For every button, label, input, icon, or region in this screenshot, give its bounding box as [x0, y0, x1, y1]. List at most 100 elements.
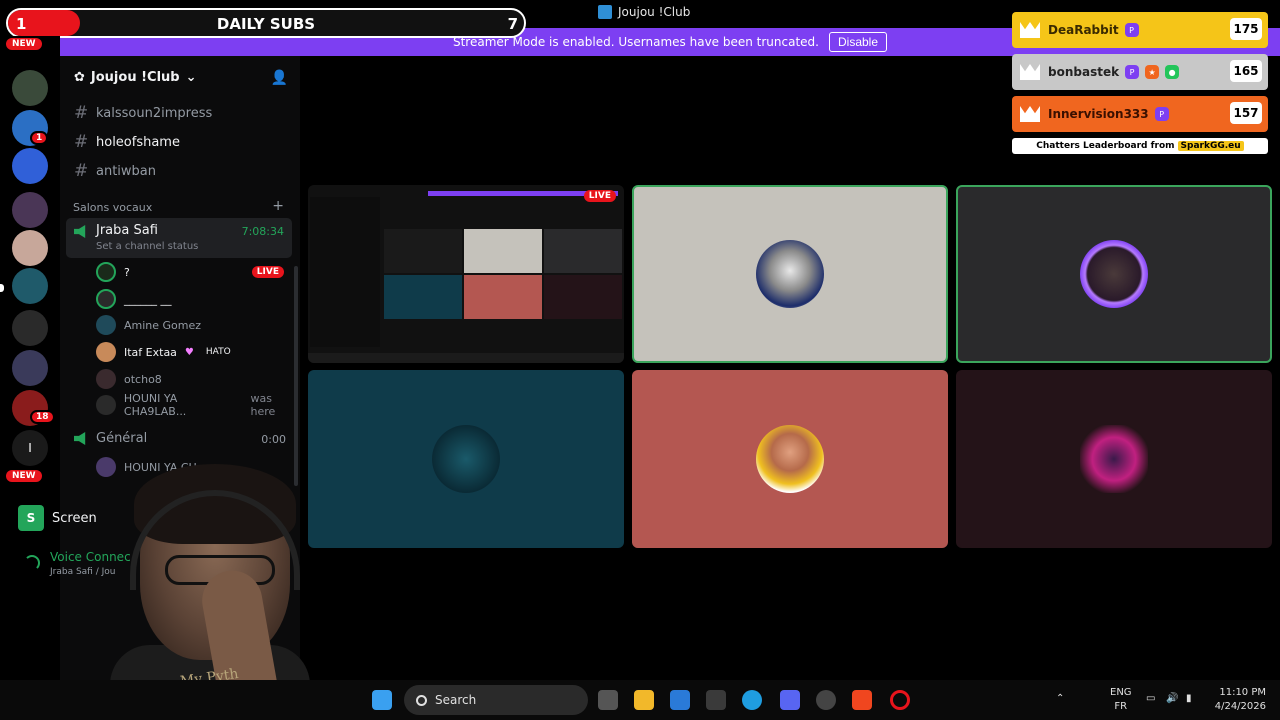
sidebar-scrollbar[interactable]	[294, 266, 298, 486]
new-badge-top: NEW	[6, 38, 42, 50]
clock[interactable]: 11:10 PM 4/24/2026	[1214, 686, 1266, 714]
disable-streamer-mode-button[interactable]: Disable	[828, 32, 888, 52]
server-name-header[interactable]: ✿ Joujou !Club ⌄	[74, 70, 197, 85]
channel-label: antiwban	[96, 163, 157, 179]
screen-share-label: Screen	[52, 510, 97, 526]
leaderboard-brand: SparkGG.eu	[1177, 141, 1244, 151]
clock-time: 11:10 PM	[1219, 687, 1266, 698]
participant-tile-teal[interactable]	[308, 370, 624, 548]
participant-tile-cat[interactable]	[632, 185, 948, 363]
member-3[interactable]: Amine Gomez	[96, 314, 201, 336]
leaderboard-score: 157	[1230, 102, 1262, 124]
leaderboard-score: 165	[1230, 60, 1262, 82]
brave-icon[interactable]	[852, 690, 872, 710]
leaderboard-footer-text: Chatters Leaderboard from	[1036, 141, 1175, 151]
avatar	[96, 262, 116, 282]
member-6[interactable]: HOUNI YA CHA9LAB... was here	[96, 392, 300, 418]
server-icon-1[interactable]	[12, 70, 48, 106]
mini-cell	[544, 229, 622, 273]
discord-icon[interactable]	[780, 690, 800, 710]
volume-icon[interactable]: 🔊	[1166, 692, 1178, 706]
server-icon-7[interactable]	[12, 310, 48, 346]
speaker-icon	[74, 225, 86, 238]
crown-icon	[1020, 64, 1040, 80]
member-name: Amine Gomez	[124, 318, 202, 332]
channel-antiwban[interactable]: # antiwban	[74, 161, 156, 181]
invite-user-icon[interactable]: 👤	[271, 70, 288, 86]
avatar	[96, 289, 116, 309]
voice-channel-general[interactable]: Général	[74, 431, 147, 446]
leaderboard-name: bonbastek	[1048, 65, 1120, 79]
clock-date: 4/24/2026	[1214, 701, 1266, 712]
member-2[interactable]: ______ __	[96, 288, 172, 310]
general-timer: 0:00	[261, 433, 286, 446]
store-icon[interactable]	[670, 690, 690, 710]
sub-badge-icon: P	[1154, 107, 1169, 121]
server-selected-pill	[0, 284, 4, 292]
screen: Joujou !Club Streamer Mode is enabled. U…	[0, 0, 1280, 720]
battery-icon[interactable]: ▮	[1186, 692, 1192, 706]
channel-status[interactable]: Set a channel status	[96, 241, 198, 252]
mini-sidebar	[310, 197, 380, 347]
daily-subs-bar: 1 DAILY SUBS 7	[6, 8, 526, 38]
avatar	[432, 425, 500, 493]
opera-icon[interactable]	[890, 690, 910, 710]
member-4[interactable]: Itaf Extaa ♥ HATO	[96, 341, 231, 363]
window-title-group: Joujou !Club	[598, 5, 690, 19]
channel-kalssoun2impress[interactable]: # kalssoun2impress	[74, 103, 212, 123]
participant-tile-anime[interactable]	[956, 185, 1272, 363]
leaderboard-row-3: Innervision333 P 157	[1012, 96, 1268, 132]
add-channel-icon[interactable]: +	[272, 198, 284, 214]
channel-label: holeofshame	[96, 134, 180, 150]
sub-badge-icon: P	[1125, 65, 1140, 79]
mini-grid	[384, 229, 622, 321]
heart-icon: ♥	[184, 346, 194, 358]
avatar	[96, 369, 116, 389]
network-icon[interactable]: ▭	[1146, 692, 1155, 706]
language-top: ENG	[1110, 687, 1132, 698]
app-icon[interactable]	[706, 690, 726, 710]
crown-icon	[1020, 22, 1040, 38]
new-badge-bottom: NEW	[6, 470, 42, 482]
server-icon-8[interactable]	[12, 350, 48, 386]
search-placeholder: Search	[435, 693, 477, 707]
voice-channel-name: Jraba Safi	[96, 223, 158, 238]
chevron-down-icon: ⌄	[185, 70, 197, 85]
windows-taskbar: Search ⌃ ENG FR ▭ 🔊 ▮ 11:10 PM 4/24/2026	[0, 680, 1280, 720]
channel-holeofshame[interactable]: # holeofshame	[74, 132, 180, 152]
hash-icon: #	[74, 103, 89, 123]
speaker-icon	[74, 432, 86, 445]
crown-icon	[1020, 106, 1040, 122]
screen-share-row[interactable]: S Screen	[18, 505, 97, 531]
task-view-icon[interactable]	[598, 690, 618, 710]
participant-tile-red[interactable]	[632, 370, 948, 548]
server-name: Joujou !Club	[90, 70, 180, 85]
leaderboard-row-2: bonbastek P ★ ● 165	[1012, 54, 1268, 90]
chevron-up-icon[interactable]: ⌃	[1056, 692, 1064, 706]
stream-tile-screenshare[interactable]: LIVE	[308, 185, 624, 363]
participant-tile-logo[interactable]	[956, 370, 1272, 548]
server-icon-6-active[interactable]	[12, 268, 48, 304]
file-explorer-icon[interactable]	[634, 690, 654, 710]
server-icon-letter[interactable]: I	[12, 430, 48, 466]
app-icon[interactable]	[816, 690, 836, 710]
voice-category-label[interactable]: Salons vocaux	[73, 201, 152, 214]
avatar	[96, 395, 116, 415]
edge-icon[interactable]	[742, 690, 762, 710]
member-1[interactable]: ?	[96, 261, 130, 283]
server-icon-3[interactable]	[12, 148, 48, 184]
language-indicator[interactable]: ENG FR	[1110, 686, 1132, 714]
windows-start-icon[interactable]	[372, 690, 392, 710]
server-icon-4[interactable]	[12, 192, 48, 228]
server-rail: NEW 1 18 I NEW	[0, 36, 60, 686]
window-title: Joujou !Club	[618, 5, 691, 19]
hash-icon: #	[74, 161, 89, 181]
server-icon-5[interactable]	[12, 230, 48, 266]
voice-channel-jraba-safi[interactable]: Jraba Safi Set a channel status 7:08:34	[66, 218, 292, 258]
member-5[interactable]: otcho8	[96, 368, 162, 390]
leaderboard-row-1: DeaRabbit P 175	[1012, 12, 1268, 48]
taskbar-search[interactable]: Search	[404, 685, 588, 715]
avatar	[756, 240, 824, 308]
mini-cell	[384, 275, 462, 319]
daily-subs-label: DAILY SUBS	[216, 15, 316, 33]
